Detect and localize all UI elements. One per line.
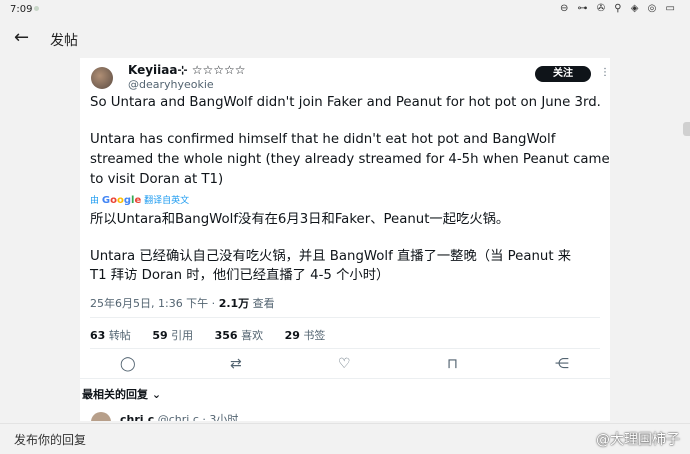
translated-text-line: 所以Untara和BangWolf没有在6月3日和Faker、Peanut一起吃… bbox=[90, 212, 510, 227]
notification-dot-icon bbox=[34, 6, 39, 11]
status-time: 7:09 bbox=[10, 4, 33, 15]
top-bar: ← 发帖 bbox=[0, 22, 690, 56]
back-arrow-icon[interactable]: ← bbox=[14, 27, 29, 48]
divider bbox=[90, 348, 600, 349]
tweet-datetime[interactable]: 25年6月5日, 1:36 下午 · bbox=[90, 297, 219, 310]
author-avatar[interactable] bbox=[91, 67, 113, 89]
follow-button[interactable]: 关注 bbox=[535, 66, 591, 82]
status-icons: ⊖ ⊶ ✇ ⚲ ◈ ◎ ▭ bbox=[559, 3, 678, 14]
tweet-text-line: Untara has confirmed himself that he did… bbox=[90, 132, 556, 147]
reply-input[interactable]: 发布你的回复 bbox=[14, 431, 86, 448]
divider bbox=[80, 378, 610, 379]
translation-prefix: 由 bbox=[90, 196, 100, 206]
reply-author-name: chri.c bbox=[120, 413, 155, 421]
translated-text-line: Untara 已经确认自己没有吃火锅，并且 BangWolf 直播了一整晚（当 … bbox=[90, 249, 572, 264]
watermark: @大理国柿子 bbox=[596, 432, 680, 448]
google-logo: Google bbox=[101, 195, 142, 206]
reply-compose-bar[interactable]: 发布你的回复 @大理国柿子 bbox=[0, 423, 690, 454]
like-icon[interactable]: ♡ bbox=[338, 356, 351, 372]
stat-retweets[interactable]: 63 转帖 bbox=[90, 329, 131, 342]
translated-text-line: T1 拜访 Doran 时，他们已经直播了 4-5 个小时） bbox=[90, 268, 390, 283]
stat-quotes[interactable]: 59 引用 bbox=[152, 329, 193, 342]
stat-bookmarks[interactable]: 29 书签 bbox=[285, 329, 326, 342]
tweet-meta: 25年6月5日, 1:36 下午 · 2.1万 查看 bbox=[90, 295, 275, 311]
tweet-text-line: streamed the whole night (they already s… bbox=[90, 152, 610, 167]
scroll-indicator bbox=[683, 122, 690, 136]
reply-author[interactable]: chri.c @chri.c · 3小时 bbox=[120, 411, 238, 421]
retweet-icon[interactable]: ⇄ bbox=[230, 356, 242, 372]
view-label: 查看 bbox=[249, 297, 275, 310]
reply-sort-dropdown[interactable]: 最相关的回复 ⌄ bbox=[82, 386, 161, 402]
status-bar: 7:09 ⊖ ⊶ ✇ ⚲ ◈ ◎ ▭ bbox=[0, 0, 690, 22]
reply-avatar[interactable] bbox=[91, 412, 111, 421]
author-handle[interactable]: @dearyhyeokie bbox=[128, 78, 214, 91]
tweet-text-line: So Untara and BangWolf didn't join Faker… bbox=[90, 95, 601, 110]
translation-suffix: 翻译自英文 bbox=[144, 196, 190, 206]
divider bbox=[90, 317, 600, 318]
translation-attribution[interactable]: 由 Google 翻译自英文 bbox=[90, 193, 189, 206]
reply-icon[interactable]: ◯ bbox=[120, 356, 136, 372]
engagement-stats: 63 转帖 59 引用 356 喜欢 29 书签 bbox=[90, 327, 343, 343]
reply-author-handle: @chri.c · 3小时 bbox=[157, 413, 239, 421]
bookmark-icon[interactable]: ⊓ bbox=[447, 356, 458, 372]
view-count: 2.1万 bbox=[218, 297, 250, 310]
stat-likes[interactable]: 356 喜欢 bbox=[215, 329, 263, 342]
more-options-icon[interactable]: ⋮ bbox=[600, 67, 610, 78]
page-title: 发帖 bbox=[50, 33, 78, 49]
author-display-name[interactable]: Keyiiaa⊹ ☆☆☆☆☆ bbox=[128, 63, 246, 77]
share-icon[interactable]: ⋲ bbox=[555, 356, 569, 372]
tweet-text-line: to visit Doran at T1) bbox=[90, 172, 224, 187]
tweet-card: Keyiiaa⊹ ☆☆☆☆☆ @dearyhyeokie 关注 ⋮ So Unt… bbox=[80, 58, 610, 421]
